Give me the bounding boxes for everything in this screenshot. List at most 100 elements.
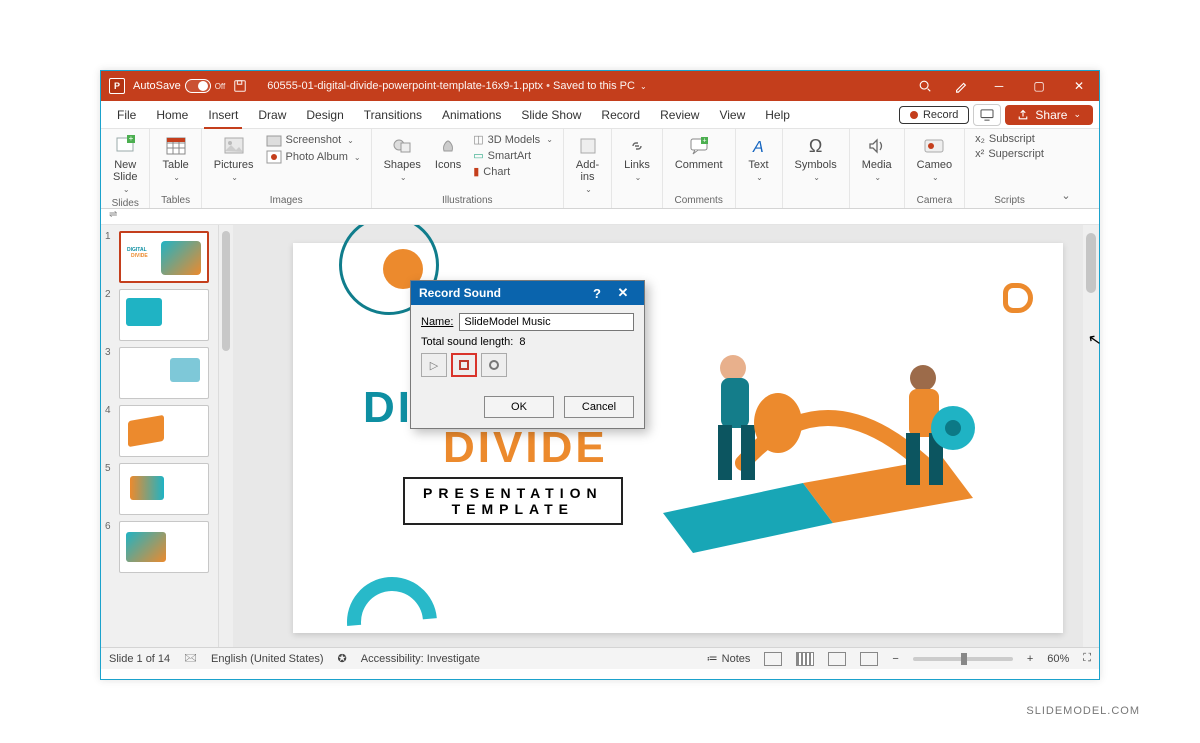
ribbon-collapse-button[interactable]: ⌄ bbox=[1054, 129, 1078, 208]
status-slide[interactable]: Slide 1 of 14 bbox=[109, 653, 170, 665]
slideshow-view-button[interactable] bbox=[860, 652, 878, 666]
tab-transitions[interactable]: Transitions bbox=[354, 101, 432, 129]
superscript-button[interactable]: x²Superscript bbox=[975, 148, 1044, 160]
autosave-state: Off bbox=[215, 82, 226, 91]
tab-animations[interactable]: Animations bbox=[432, 101, 511, 129]
subscript-icon: x₂ bbox=[975, 133, 985, 145]
tab-help[interactable]: Help bbox=[755, 101, 800, 129]
thumbnail-4[interactable] bbox=[119, 405, 209, 457]
chart-icon: ▮ bbox=[473, 165, 479, 178]
save-icon[interactable] bbox=[233, 79, 247, 93]
normal-view-button[interactable] bbox=[764, 652, 782, 666]
share-button[interactable]: Share ⌄ bbox=[1005, 105, 1093, 125]
app-icon: P bbox=[109, 78, 125, 94]
ok-button[interactable]: OK bbox=[484, 396, 554, 418]
tab-design[interactable]: Design bbox=[296, 101, 353, 129]
dialog-name-input[interactable] bbox=[459, 313, 634, 331]
chevron-down-icon: ⌄ bbox=[1061, 189, 1070, 202]
fit-button[interactable]: ⛶ bbox=[1083, 652, 1091, 665]
autosave-toggle[interactable]: AutoSave Off bbox=[133, 79, 225, 93]
thumb-num-6: 6 bbox=[105, 521, 115, 532]
addins-icon bbox=[577, 135, 599, 157]
stop-button[interactable] bbox=[451, 353, 477, 377]
canvas-scrollbar[interactable] bbox=[1083, 225, 1099, 647]
table-button[interactable]: Table⌄ bbox=[160, 133, 190, 184]
chart-button[interactable]: ▮Chart bbox=[473, 165, 553, 178]
stop-icon bbox=[459, 360, 469, 370]
3dmodels-button[interactable]: ◫3D Models⌄ bbox=[473, 133, 553, 146]
status-accessibility[interactable]: Accessibility: Investigate bbox=[361, 653, 480, 665]
tab-slideshow[interactable]: Slide Show bbox=[511, 101, 591, 129]
reading-view-button[interactable] bbox=[828, 652, 846, 666]
dialog-titlebar[interactable]: Record Sound ? ✕ bbox=[411, 281, 644, 305]
thumb-scrollbar[interactable] bbox=[219, 225, 233, 647]
tab-record[interactable]: Record bbox=[591, 101, 650, 129]
subtitle-line1: PRESENTATION bbox=[423, 485, 603, 501]
record-sound-button[interactable] bbox=[481, 353, 507, 377]
comment-button[interactable]: +Comment bbox=[673, 133, 725, 173]
shapes-button[interactable]: Shapes⌄ bbox=[382, 133, 423, 184]
slide-thumbnails: 1 DIGITAL DIVIDE 2 3 4 5 6 bbox=[101, 225, 219, 647]
thumbnail-1[interactable]: DIGITAL DIVIDE bbox=[119, 231, 209, 283]
tab-draw[interactable]: Draw bbox=[248, 101, 296, 129]
slide-1: DIGITAL DIVIDE PRESENTATION TEMPLATE bbox=[293, 243, 1063, 633]
cameo-button[interactable]: Cameo⌄ bbox=[915, 133, 954, 184]
photo-album-button[interactable]: Photo Album⌄ bbox=[266, 150, 361, 164]
text-label: Text bbox=[748, 159, 768, 171]
thumbnail-6[interactable] bbox=[119, 521, 209, 573]
table-label: Table bbox=[162, 159, 188, 171]
present-button[interactable] bbox=[973, 104, 1001, 126]
smartart-button[interactable]: ▭SmartArt bbox=[473, 149, 553, 162]
maximize-button[interactable]: ▢ bbox=[1019, 71, 1059, 101]
slide-canvas[interactable]: DIGITAL DIVIDE PRESENTATION TEMPLATE bbox=[233, 225, 1099, 647]
pen-icon[interactable] bbox=[943, 71, 979, 101]
thumbnail-5[interactable] bbox=[119, 463, 209, 515]
zoom-value[interactable]: 60% bbox=[1047, 653, 1069, 665]
sorter-view-button[interactable] bbox=[796, 652, 814, 666]
slide-illustration bbox=[623, 313, 1023, 583]
close-button[interactable]: ✕ bbox=[1059, 71, 1099, 101]
mouse-cursor-icon: ↖ bbox=[1086, 329, 1103, 351]
tab-home[interactable]: Home bbox=[146, 101, 198, 129]
subscript-button[interactable]: x₂Subscript bbox=[975, 133, 1044, 145]
pictures-button[interactable]: Pictures⌄ bbox=[212, 133, 256, 184]
dialog-close-button[interactable]: ✕ bbox=[610, 285, 636, 301]
symbols-label: Symbols bbox=[795, 159, 837, 171]
addins-button[interactable]: Add- ins⌄ bbox=[574, 133, 601, 196]
thumbnail-2[interactable] bbox=[119, 289, 209, 341]
symbols-button[interactable]: ΩSymbols⌄ bbox=[793, 133, 839, 184]
tab-view[interactable]: View bbox=[709, 101, 755, 129]
document-title[interactable]: 60555-01-digital-divide-powerpoint-templ… bbox=[267, 80, 646, 92]
save-state: Saved to this PC bbox=[553, 80, 635, 92]
zoom-in-button[interactable]: + bbox=[1027, 653, 1033, 665]
zoom-out-button[interactable]: − bbox=[892, 653, 898, 665]
notes-button[interactable]: ≔Notes bbox=[707, 652, 751, 665]
screenshot-icon bbox=[266, 133, 282, 147]
group-images-label: Images bbox=[212, 193, 361, 206]
tab-review[interactable]: Review bbox=[650, 101, 709, 129]
dialog-help-button[interactable]: ? bbox=[584, 286, 610, 301]
play-icon: ▷ bbox=[430, 359, 438, 372]
thumbnail-3[interactable] bbox=[119, 347, 209, 399]
record-button[interactable]: Record bbox=[899, 106, 969, 124]
group-comments-label: Comments bbox=[673, 193, 725, 206]
tab-insert[interactable]: Insert bbox=[198, 101, 248, 129]
filename: 60555-01-digital-divide-powerpoint-templ… bbox=[267, 80, 543, 92]
play-button[interactable]: ▷ bbox=[421, 353, 447, 377]
tab-file[interactable]: File bbox=[107, 101, 146, 129]
status-language[interactable]: English (United States) bbox=[211, 653, 324, 665]
screenshot-button[interactable]: Screenshot⌄ bbox=[266, 133, 361, 147]
cancel-button[interactable]: Cancel bbox=[564, 396, 634, 418]
status-lang-icon: 🖂 bbox=[184, 649, 197, 668]
icons-button[interactable]: Icons bbox=[433, 133, 463, 173]
media-button[interactable]: Media⌄ bbox=[860, 133, 894, 184]
new-slide-button[interactable]: + New Slide⌄ bbox=[111, 133, 139, 196]
search-icon[interactable] bbox=[907, 71, 943, 101]
accessibility-icon: ✪ bbox=[338, 652, 347, 665]
share-label: Share bbox=[1035, 108, 1067, 122]
text-button[interactable]: AText⌄ bbox=[746, 133, 772, 184]
links-button[interactable]: Links⌄ bbox=[622, 133, 652, 184]
autosave-label: AutoSave bbox=[133, 80, 181, 92]
zoom-slider[interactable] bbox=[913, 657, 1013, 661]
minimize-button[interactable]: ─ bbox=[979, 71, 1019, 101]
